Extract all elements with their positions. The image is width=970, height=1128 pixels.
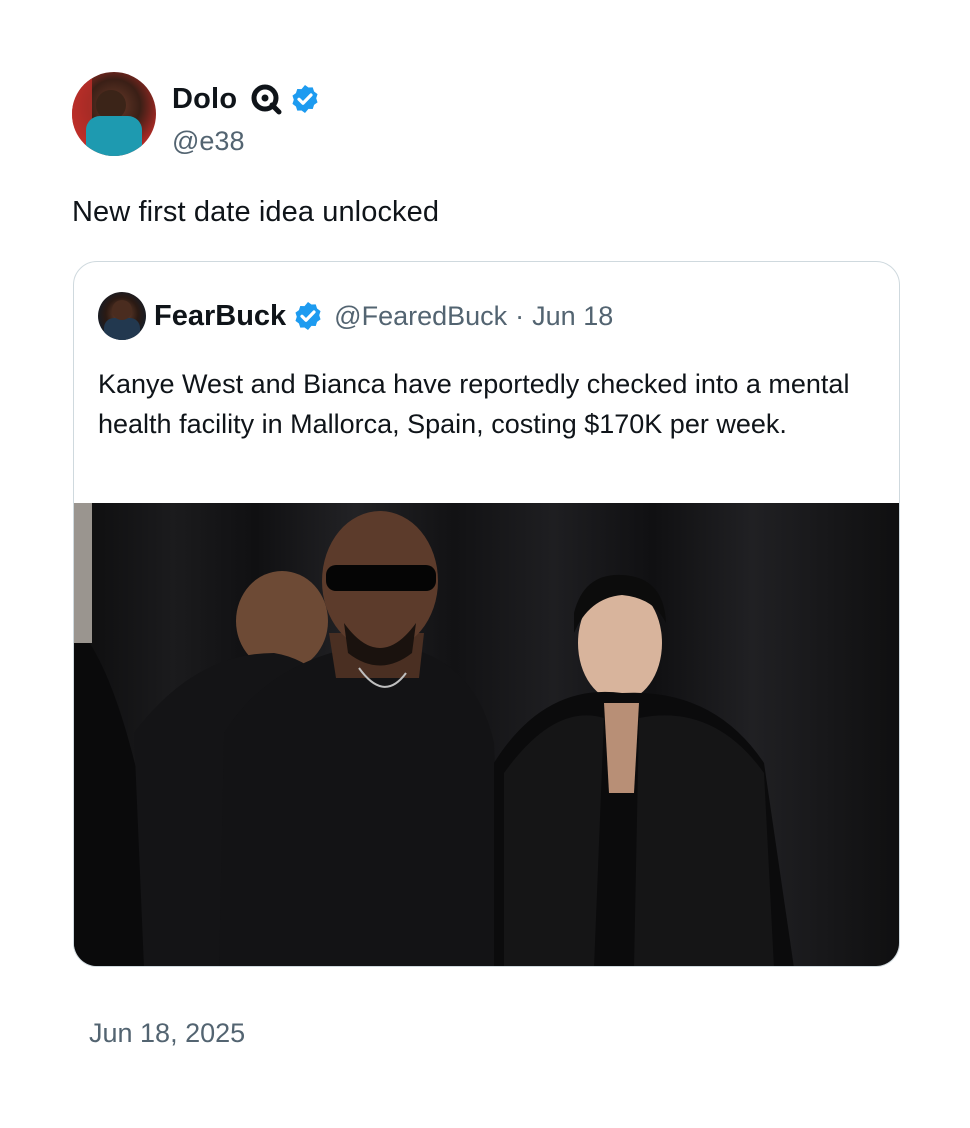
- separator-dot: ·: [515, 300, 525, 331]
- quoted-tweet-text: Kanye West and Bianca have reportedly ch…: [98, 369, 850, 439]
- verified-badge-icon: [295, 302, 321, 330]
- quoted-tweet-date: Jun 18: [532, 300, 614, 331]
- author-handle[interactable]: @e38: [172, 126, 321, 157]
- tweet-text: New first date idea unlocked: [72, 196, 440, 228]
- author-avatar[interactable]: [72, 72, 156, 156]
- verified-badge-icon: [292, 85, 318, 113]
- quoted-author-handle: @FearedBuck: [334, 300, 508, 331]
- quoted-author-avatar: [98, 292, 146, 340]
- author-names: Dolo @e38: [172, 72, 321, 157]
- tweet-timestamp[interactable]: Jun 18, 2025: [89, 1018, 245, 1049]
- quoted-tweet-image[interactable]: [74, 503, 899, 966]
- photo-illustration: [74, 503, 794, 966]
- tweet-author: Dolo @e38: [72, 72, 321, 157]
- quoted-author-name: FearBuck: [154, 299, 287, 332]
- quoted-tweet-card[interactable]: FearBuck @FearedBuck · Jun 18 Kanye West…: [73, 261, 900, 967]
- quoted-tweet-header: FearBuck @FearedBuck · Jun 18: [98, 292, 613, 340]
- author-name[interactable]: Dolo: [172, 83, 237, 116]
- magnifier-badge-icon[interactable]: [249, 82, 283, 116]
